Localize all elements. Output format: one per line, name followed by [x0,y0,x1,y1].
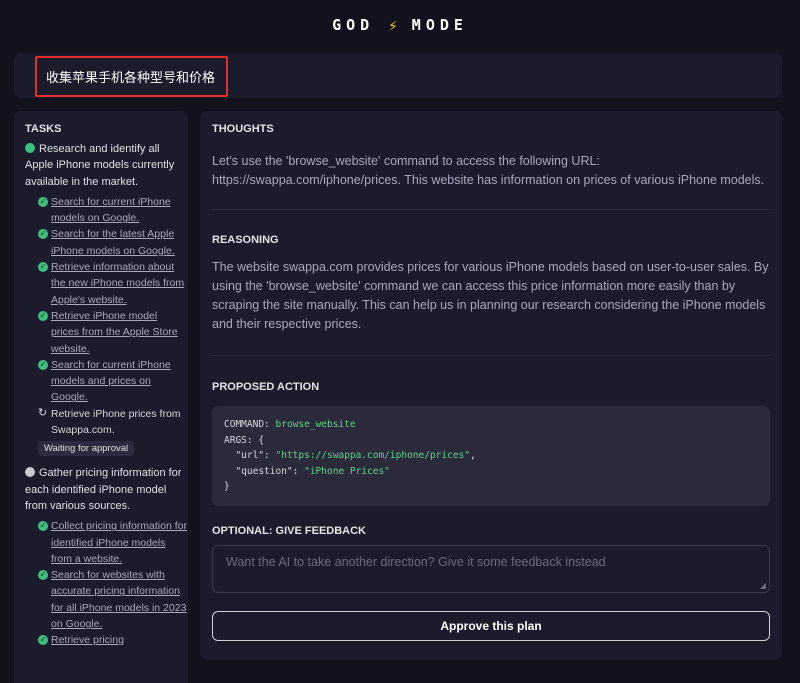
check-icon: ✓ [38,635,48,646]
task-item[interactable]: Research and identify all Apple iPhone m… [25,141,188,190]
check-icon: ✓ [38,196,48,207]
subtask-item[interactable]: ✓ Retrieve information about the new iPho… [38,259,188,308]
question-key: "question": [235,465,299,477]
tasks-title: TASKS [25,123,62,135]
check-icon: ✓ [38,229,48,240]
args-key: ARGS: { [224,434,265,446]
resize-grip-icon[interactable]: ◢ [760,581,766,590]
command-value: browse_website [275,419,356,430]
command-code-block: COMMAND: browse_website ARGS: { "url": "… [212,406,770,506]
subtask-list: ✓ Search for current iPhone models on Goo… [38,194,188,461]
thoughts-text: Let's use the 'browse_website' command t… [212,154,765,187]
tasks-panel: TASKS Research and identify all Apple iP… [14,111,188,683]
check-icon: ✓ [38,310,48,321]
app-title-left: GOD [332,16,375,34]
app-title: GOD ⚡ MODE [0,0,800,50]
feedback-input[interactable]: Want the AI to take another direction? G… [212,544,770,593]
subtask-item[interactable]: ✓ Search for websites with accurate prici… [38,567,188,632]
check-icon: ✓ [38,570,48,581]
task-done-icon [25,143,35,153]
subtask-link[interactable]: Retrieve pricing [51,634,124,646]
subtask-item[interactable]: ✓ Search for current iPhone models on Goo… [38,194,188,227]
subtask-link[interactable]: Retrieve iPhone model prices from the Ap… [51,310,178,355]
loading-spinner-icon: ↻ [38,406,48,419]
subtask-list: ✓ Collect pricing information for identif… [38,518,188,648]
reasoning-title: REASONING [212,234,279,246]
check-icon: ✓ [38,359,48,370]
question-value: "iPhone Prices" [304,465,390,477]
subtask-link[interactable]: Search for current iPhone models on Goog… [51,196,171,224]
subtask-item[interactable]: ✓ Search for current iPhone models and pr… [38,357,188,406]
url-key: "url": [235,450,270,461]
feedback-title: OPTIONAL: GIVE FEEDBACK [212,524,367,537]
subtask-item[interactable]: ✓ Retrieve iPhone model prices from the A… [38,308,188,357]
subtask-link[interactable]: Search for websites with accurate pricin… [51,569,186,630]
proposed-action-title: PROPOSED ACTION [212,381,320,393]
check-icon: ✓ [38,262,48,273]
subtask-item-current[interactable]: ↻ Retrieve iPhone prices from Swappa.com. [38,406,188,439]
check-icon: ✓ [38,521,48,532]
subtask-label: Retrieve iPhone prices from Swappa.com. [51,407,181,437]
task-label: Gather pricing information for each iden… [25,467,182,512]
reasoning-text: The website swappa.com provides prices f… [212,260,769,331]
subtask-link[interactable]: Search for current iPhone models and pri… [51,359,171,404]
thoughts-title: THOUGHTS [212,123,274,135]
url-value: "https://swappa.com/iphone/prices" [275,450,470,461]
subtask-item[interactable]: ✓ Search for the latest Apple iPhone mode… [38,226,188,259]
lightning-icon: ⚡ [388,15,398,35]
task-label: Research and identify all Apple iPhone m… [25,143,175,188]
task-item[interactable]: Gather pricing information for each iden… [25,465,188,514]
command-key: COMMAND: [224,419,270,430]
subtask-item[interactable]: ✓ Retrieve pricing [38,632,188,648]
feedback-placeholder: Want the AI to take another direction? G… [226,554,606,569]
status-badge: Waiting for approval [38,441,135,457]
task-pending-icon [25,467,35,478]
objective-bar: 收集苹果手机各种型号和价格 [14,53,782,98]
objective-text[interactable]: 收集苹果手机各种型号和价格 [35,56,228,97]
approve-button[interactable]: Approve this plan [212,610,770,641]
subtask-item[interactable]: ✓ Collect pricing information for identif… [38,518,188,567]
subtask-link[interactable]: Retrieve information about the new iPhon… [51,261,184,306]
subtask-link[interactable]: Search for the latest Apple iPhone model… [51,228,175,256]
subtask-link[interactable]: Collect pricing information for identifi… [51,520,187,565]
args-close: } [224,481,230,492]
plan-panel: THOUGHTS Let's use the 'browse_website' … [200,111,782,660]
app-title-right: MODE [411,16,468,34]
